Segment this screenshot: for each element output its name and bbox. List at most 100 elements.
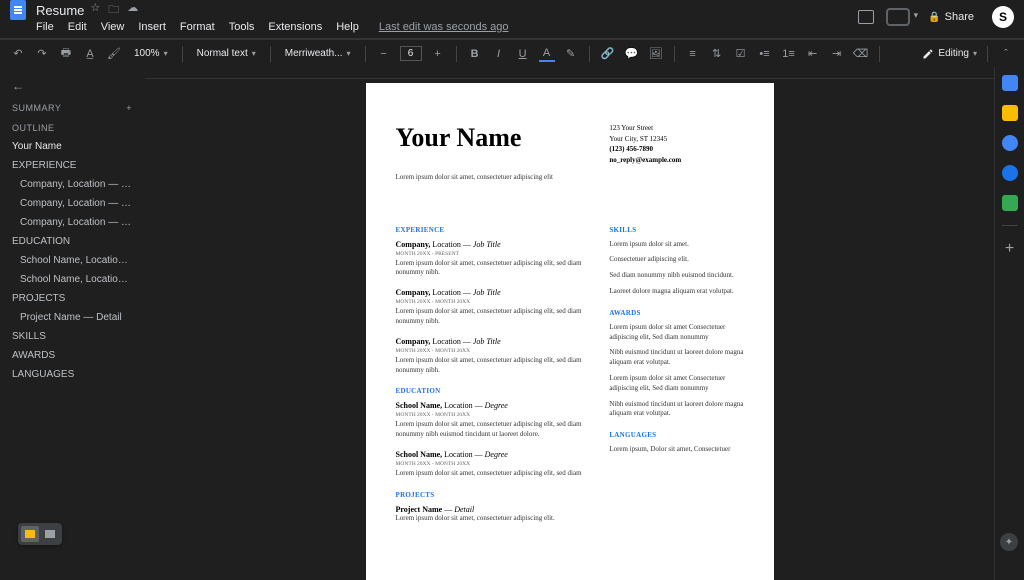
edu-date[interactable]: MONTH 20XX - MONTH 20XX	[396, 412, 590, 418]
skill-item[interactable]: Lorem ipsum dolor sit amet.	[609, 240, 743, 250]
underline-icon[interactable]: U	[515, 46, 531, 62]
increase-indent-icon[interactable]: ⇥	[829, 46, 845, 62]
spellcheck-icon[interactable]: A̲	[82, 46, 98, 62]
contact-city[interactable]: Your City, ST 12345	[609, 134, 743, 145]
contact-email[interactable]: no_reply@example.com	[609, 155, 743, 166]
award-item[interactable]: Nibh euismod tincidunt ut laoreet dolore…	[609, 348, 743, 368]
bulleted-list-icon[interactable]: •≡	[757, 46, 773, 62]
edu-head[interactable]: School Name, Location — Degree	[396, 401, 590, 410]
maps-icon[interactable]	[1002, 195, 1018, 211]
award-item[interactable]: Lorem ipsum dolor sit amet Consectetuer …	[609, 323, 743, 343]
exp-head[interactable]: Company, Location — Job Title	[396, 337, 590, 346]
comment-history-icon[interactable]	[858, 10, 874, 24]
share-button[interactable]: 🔒Share	[922, 9, 980, 25]
bold-icon[interactable]: B	[467, 46, 483, 62]
redo-icon[interactable]: ↷	[34, 46, 50, 62]
get-addons-icon[interactable]: +	[1005, 240, 1014, 258]
calendar-icon[interactable]	[1002, 75, 1018, 91]
exp-head[interactable]: Company, Location — Job Title	[396, 288, 590, 297]
menu-extensions[interactable]: Extensions	[268, 21, 322, 33]
skill-item[interactable]: Sed diam nonummy nibh euismod tincidunt.	[609, 271, 743, 281]
document-page[interactable]: Your Name 123 Your Street Your City, ST …	[366, 83, 774, 580]
zoom-select[interactable]: 100%▾	[130, 47, 172, 60]
meet-icon[interactable]	[886, 8, 910, 26]
insert-image-icon[interactable]: 🖼	[648, 46, 664, 62]
edu-body[interactable]: Lorem ipsum dolor sit amet, consectetuer…	[396, 420, 590, 440]
section-awards[interactable]: AWARDS	[609, 309, 743, 317]
highlight-icon[interactable]: ✎	[563, 46, 579, 62]
exp-date[interactable]: MONTH 20XX - MONTH 20XX	[396, 348, 590, 354]
languages-body[interactable]: Lorem ipsum, Dolor sit amet, Consectetue…	[609, 445, 743, 455]
star-icon[interactable]: ☆	[90, 1, 100, 20]
exp-body[interactable]: Lorem ipsum dolor sit amet, consectetuer…	[396, 356, 590, 376]
contacts-icon[interactable]	[1002, 165, 1018, 181]
text-color-icon[interactable]: A	[539, 46, 555, 62]
outline-item[interactable]: EXPERIENCE	[6, 156, 138, 175]
docs-logo-icon[interactable]	[10, 0, 26, 20]
ruler[interactable]	[145, 67, 994, 79]
last-edit-link[interactable]: Last edit was seconds ago	[379, 21, 509, 33]
skill-item[interactable]: Laoreet dolore magna aliquam erat volutp…	[609, 287, 743, 297]
increase-font-icon[interactable]: +	[430, 46, 446, 62]
section-projects[interactable]: PROJECTS	[396, 491, 590, 499]
italic-icon[interactable]: I	[491, 46, 507, 62]
exp-body[interactable]: Lorem ipsum dolor sit amet, consectetuer…	[396, 259, 590, 279]
line-spacing-icon[interactable]: ⇅	[709, 46, 725, 62]
exp-date[interactable]: MONTH 20XX - MONTH 20XX	[396, 299, 590, 305]
contact-street[interactable]: 123 Your Street	[609, 123, 743, 134]
font-size-input[interactable]	[400, 46, 422, 61]
tagline[interactable]: Lorem ipsum dolor sit amet, consectetuer…	[396, 173, 590, 197]
outline-item[interactable]: Project Name — Detail	[6, 308, 138, 327]
section-languages[interactable]: LANGUAGES	[609, 431, 743, 439]
outline-item[interactable]: Company, Location — Job Title	[6, 175, 138, 194]
menu-tools[interactable]: Tools	[229, 21, 255, 33]
skill-item[interactable]: Consectetuer adipiscing elit.	[609, 255, 743, 265]
style-select[interactable]: Normal text▾	[193, 47, 260, 60]
exp-head[interactable]: Company, Location — Job Title	[396, 240, 590, 249]
numbered-list-icon[interactable]: 1≡	[781, 46, 797, 62]
show-print-layout-icon[interactable]	[41, 526, 59, 542]
decrease-indent-icon[interactable]: ⇤	[805, 46, 821, 62]
outline-item[interactable]: Company, Location — Job Title	[6, 213, 138, 232]
checklist-icon[interactable]: ☑	[733, 46, 749, 62]
add-summary-icon[interactable]: +	[126, 103, 132, 113]
document-canvas[interactable]: Your Name 123 Your Street Your City, ST …	[145, 67, 994, 580]
outline-back-icon[interactable]: ←	[6, 75, 138, 97]
mode-select[interactable]: Editing ▾	[922, 48, 977, 60]
menu-insert[interactable]: Insert	[138, 21, 166, 33]
print-icon[interactable]: 🖶	[58, 46, 74, 62]
undo-icon[interactable]: ↶	[10, 46, 26, 62]
proj-body[interactable]: Lorem ipsum dolor sit amet, consectetuer…	[396, 514, 590, 524]
cloud-icon[interactable]: ☁	[127, 1, 138, 20]
tasks-icon[interactable]	[1002, 135, 1018, 151]
keep-icon[interactable]	[1002, 105, 1018, 121]
menu-edit[interactable]: Edit	[68, 21, 87, 33]
insert-link-icon[interactable]: 🔗	[600, 46, 616, 62]
exp-body[interactable]: Lorem ipsum dolor sit amet, consectetuer…	[396, 307, 590, 327]
move-icon[interactable]: 🗀	[108, 1, 119, 20]
outline-item[interactable]: Your Name	[6, 137, 138, 156]
outline-item[interactable]: LANGUAGES	[6, 365, 138, 384]
menu-file[interactable]: File	[36, 21, 54, 33]
outline-item[interactable]: AWARDS	[6, 346, 138, 365]
show-pages-icon[interactable]	[21, 526, 39, 542]
outline-item[interactable]: School Name, Location — Degr...	[6, 251, 138, 270]
document-title[interactable]: Resume	[36, 3, 84, 18]
edu-body[interactable]: Lorem ipsum dolor sit amet, consectetuer…	[396, 469, 590, 479]
edu-head[interactable]: School Name, Location — Degree	[396, 450, 590, 459]
add-comment-icon[interactable]: 💬	[624, 46, 640, 62]
clear-formatting-icon[interactable]: ⌫	[853, 46, 869, 62]
section-skills[interactable]: SKILLS	[609, 226, 743, 234]
paint-format-icon[interactable]: 🖌	[106, 46, 122, 62]
decrease-font-icon[interactable]: −	[376, 46, 392, 62]
menu-format[interactable]: Format	[180, 21, 215, 33]
award-item[interactable]: Nibh euismod tincidunt ut laoreet dolore…	[609, 400, 743, 420]
view-mode-toggle[interactable]	[18, 523, 62, 545]
menu-help[interactable]: Help	[336, 21, 359, 33]
outline-item[interactable]: Company, Location — Job Title	[6, 194, 138, 213]
section-experience[interactable]: EXPERIENCE	[396, 226, 590, 234]
menu-view[interactable]: View	[101, 21, 125, 33]
account-avatar[interactable]: S	[992, 6, 1014, 28]
exp-date[interactable]: MONTH 20XX - PRESENT	[396, 251, 590, 257]
outline-item[interactable]: School Name, Location — Degr...	[6, 270, 138, 289]
